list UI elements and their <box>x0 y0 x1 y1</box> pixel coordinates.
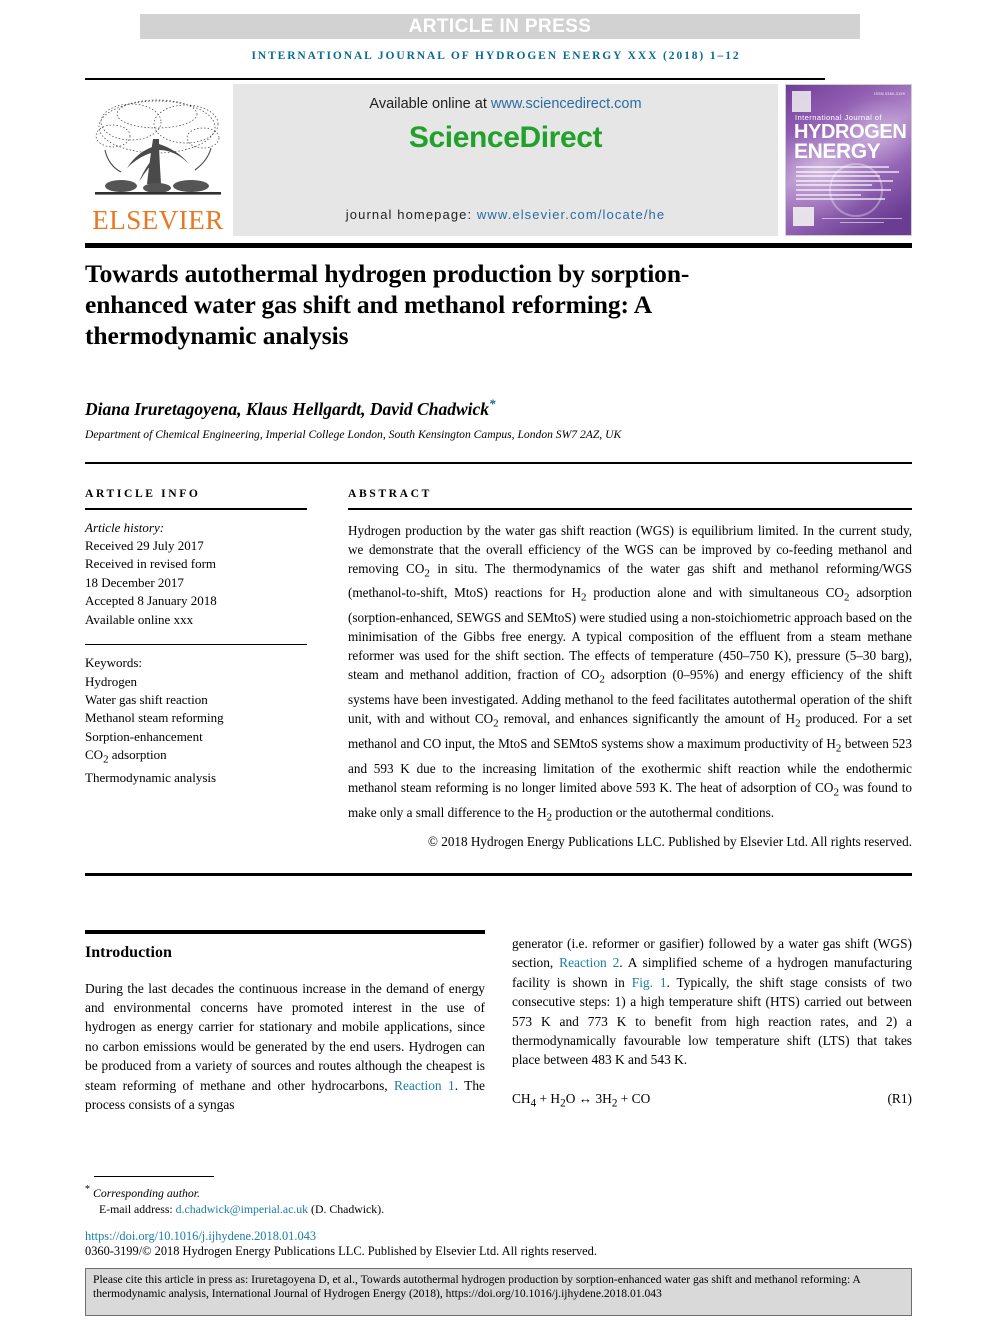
journal-homepage-label: journal homepage: <box>345 207 477 222</box>
journal-homepage-link[interactable]: www.elsevier.com/locate/he <box>477 207 665 222</box>
keywords-list: Keywords: Hydrogen Water gas shift react… <box>85 654 307 787</box>
reaction-1-link[interactable]: Reaction 1 <box>394 1078 455 1093</box>
abstract-rule <box>348 508 912 510</box>
masthead: ELSEVIER Available online at www.science… <box>85 84 912 236</box>
email-label: E-mail address: <box>99 1202 176 1217</box>
keyword-item: Thermodynamic analysis <box>85 770 217 786</box>
cover-h2-badge-icon <box>793 207 814 226</box>
keywords-label: Keywords: <box>85 655 143 671</box>
cover-imprint <box>822 217 902 226</box>
elsevier-tree-icon <box>95 99 221 195</box>
citation-box: Please cite this article in press as: Ir… <box>85 1268 912 1316</box>
article-history-label: Article history: <box>85 519 165 535</box>
author-list: Diana Iruretagoyena, Klaus Hellgardt, Da… <box>85 396 845 420</box>
sciencedirect-logo[interactable]: ScienceDirect <box>409 121 603 155</box>
figure-1-link[interactable]: Fig. 1 <box>632 975 667 990</box>
email-note: E-mail address: d.chadwick@imperial.ac.u… <box>85 1201 505 1217</box>
history-item: Received 29 July 2017 <box>85 537 204 553</box>
email-link[interactable]: d.chadwick@imperial.ac.uk <box>176 1202 308 1216</box>
reaction-2-link[interactable]: Reaction 2 <box>559 955 619 970</box>
footnote-block: * Corresponding author. E-mail address: … <box>85 1182 505 1217</box>
elsevier-logo: ELSEVIER <box>85 84 231 236</box>
citation-text: Please cite this article in press as: Ir… <box>93 1273 861 1301</box>
introduction-paragraph-right: generator (i.e. reformer or gasifier) fo… <box>512 934 912 1070</box>
sciencedirect-panel: Available online at www.sciencedirect.co… <box>233 84 778 236</box>
email-suffix: (D. Chadwick). <box>308 1202 385 1217</box>
history-item: Received in revised form <box>85 556 217 572</box>
abstract-column: ABSTRACT Hydrogen production by the wate… <box>348 487 912 851</box>
article-page: ARTICLE IN PRESS INTERNATIONAL JOURNAL O… <box>0 0 992 1323</box>
corresponding-author-marker: * <box>489 396 496 411</box>
affiliation: Department of Chemical Engineering, Impe… <box>85 428 622 441</box>
journal-running-head: INTERNATIONAL JOURNAL OF HYDROGEN ENERGY… <box>251 50 741 62</box>
author-names: Diana Iruretagoyena, Klaus Hellgardt, Da… <box>85 398 489 419</box>
cover-editor-lines <box>796 166 904 203</box>
article-in-press-banner: ARTICLE IN PRESS <box>140 14 860 39</box>
keyword-item: Sorption-enhancement <box>85 728 203 744</box>
intro-text-part-a: During the last decades the continuous i… <box>85 980 485 1093</box>
footnote-star-marker: * <box>85 1184 90 1195</box>
corresponding-author-label: Corresponding author. <box>92 1185 201 1200</box>
page-title: Towards autothermal hydrogen production … <box>85 259 690 350</box>
abstract-copyright: © 2018 Hydrogen Energy Publications LLC.… <box>427 834 912 850</box>
history-item: Available online xxx <box>85 611 194 627</box>
keywords-rule <box>85 643 307 646</box>
introduction-heading: Introduction <box>85 943 172 961</box>
history-item: Accepted 8 January 2018 <box>85 593 217 609</box>
article-info-heading: ARTICLE INFO <box>85 487 201 500</box>
keyword-item: CO2 adsorption <box>85 747 167 766</box>
equation-number-r1: (R1) <box>887 1090 912 1106</box>
journal-homepage-line: journal homepage: www.elsevier.com/locat… <box>233 207 778 222</box>
article-in-press-label: ARTICLE IN PRESS <box>408 15 592 37</box>
issn-copyright-line: 0360-3199/© 2018 Hydrogen Energy Publica… <box>85 1244 597 1258</box>
article-info-column: ARTICLE INFO Article history: Received 2… <box>85 487 307 788</box>
body-left-column: Introduction During the last decades the… <box>85 930 485 1114</box>
journal-cover-thumbnail: ISSN 0360-3199 International Journal of … <box>785 84 912 236</box>
available-online-prefix: Available online at <box>369 96 491 112</box>
abstract-text: Hydrogen production by the water gas shi… <box>348 522 913 824</box>
footnote-rule <box>94 1176 214 1177</box>
body-right-column: generator (i.e. reformer or gasifier) fo… <box>512 934 912 1110</box>
title-divider <box>85 462 912 464</box>
abstract-heading: ABSTRACT <box>348 487 432 500</box>
masthead-top-rule <box>85 78 825 80</box>
article-info-rule <box>85 508 307 510</box>
corresponding-author-note: * Corresponding author. <box>85 1182 505 1201</box>
keyword-item: Methanol steam reforming <box>85 710 224 726</box>
keyword-item: Water gas shift reaction <box>85 691 208 707</box>
introduction-rule <box>85 930 485 934</box>
keyword-item: Hydrogen <box>85 673 137 689</box>
article-history: Article history: Received 29 July 2017 R… <box>85 519 307 629</box>
cover-badge-icon <box>792 91 811 112</box>
history-item: 18 December 2017 <box>85 574 184 590</box>
available-online-line: Available online at www.sciencedirect.co… <box>369 96 641 112</box>
elsevier-wordmark: ELSEVIER <box>92 205 224 235</box>
cover-issn: ISSN 0360-3199 <box>874 92 905 96</box>
masthead-bottom-rule <box>85 243 912 248</box>
doi-link[interactable]: https://doi.org/10.1016/j.ijhydene.2018.… <box>85 1229 585 1244</box>
abstract-bottom-rule <box>85 873 912 876</box>
equation-r1: CH4 + H2O ↔ 3H2 + CO <box>512 1090 651 1110</box>
cover-title-energy: ENERGY <box>794 140 881 163</box>
introduction-paragraph-left: During the last decades the continuous i… <box>85 979 485 1115</box>
sciencedirect-url-link[interactable]: www.sciencedirect.com <box>491 96 642 112</box>
equation-row-r1: CH4 + H2O ↔ 3H2 + CO (R1) <box>512 1091 912 1110</box>
